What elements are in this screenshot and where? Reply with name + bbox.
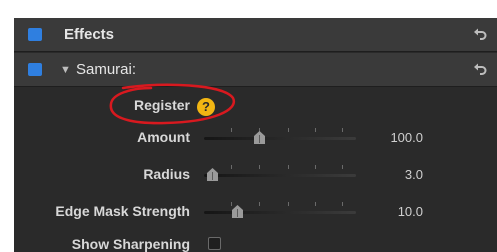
edge-mask-strength-label: Edge Mask Strength	[55, 203, 190, 219]
slider-tick	[342, 165, 343, 169]
slider-thumb[interactable]	[232, 205, 243, 218]
effects-title: Effects	[64, 26, 115, 43]
samurai-title: Samurai:	[76, 61, 137, 78]
annotation-circle	[109, 83, 236, 125]
slider-tick	[288, 128, 289, 132]
slider-track	[204, 174, 356, 177]
amount-slider[interactable]	[204, 128, 356, 146]
slider-tick	[315, 165, 316, 169]
slider-tick	[259, 165, 260, 169]
effects-enable-checkbox[interactable]	[28, 28, 42, 41]
amount-label: Amount	[137, 129, 190, 145]
edge-mask-strength-value[interactable]: 10.0	[363, 204, 423, 219]
slider-tick	[259, 202, 260, 206]
reset-arrow-icon[interactable]	[473, 27, 487, 43]
samurai-enable-checkbox[interactable]	[28, 63, 42, 76]
slider-tick	[288, 202, 289, 206]
slider-thumb[interactable]	[207, 168, 218, 181]
radius-label: Radius	[143, 166, 190, 182]
slider-tick	[342, 202, 343, 206]
reset-arrow-icon[interactable]	[473, 62, 487, 78]
amount-value[interactable]: 100.0	[363, 130, 423, 145]
edge-mask-strength-slider[interactable]	[204, 202, 356, 220]
slider-tick	[231, 128, 232, 132]
radius-value[interactable]: 3.0	[363, 167, 423, 182]
slider-track	[204, 137, 356, 140]
slider-track	[204, 211, 356, 214]
disclosure-triangle-icon[interactable]: ▼	[60, 64, 71, 76]
slider-thumb[interactable]	[254, 131, 265, 144]
show-sharpening-checkbox[interactable]	[208, 237, 221, 250]
radius-slider[interactable]	[204, 165, 356, 183]
show-sharpening-label: Show Sharpening	[71, 236, 190, 252]
slider-tick	[231, 165, 232, 169]
samurai-effect-row[interactable]: ▼ Samurai:	[14, 53, 497, 87]
slider-tick	[342, 128, 343, 132]
effects-header[interactable]: Effects	[14, 18, 497, 52]
slider-tick	[315, 202, 316, 206]
slider-tick	[315, 128, 316, 132]
slider-tick	[288, 165, 289, 169]
